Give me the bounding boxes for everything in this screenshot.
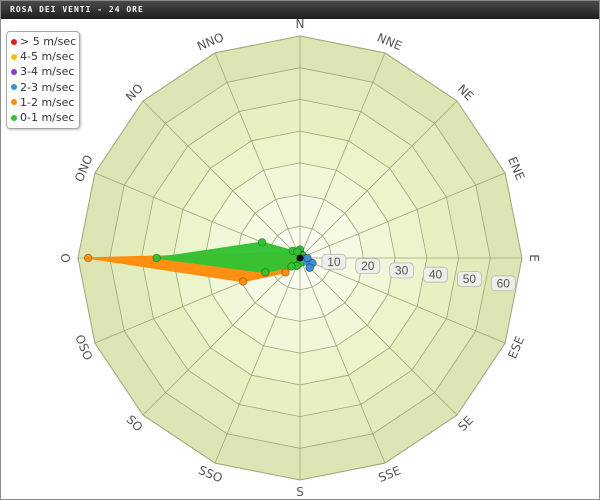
legend-label: > 5 m/sec [20,35,77,48]
wind-rose-chart: 10 20 30 40 50 60 N NNE NE ENE E ESE SE SSE S SSO SO OSO… [59,17,541,499]
series-marker [152,253,161,263]
direction-label: OSO [72,333,95,363]
legend-marker [11,53,17,60]
radial-tick: 40 [423,266,448,283]
direction-label: SSE [376,463,402,485]
radial-tick-label: 40 [429,268,443,282]
radial-tick-label: 30 [395,263,409,277]
legend-marker [11,114,17,121]
series-marker [238,277,248,286]
legend-item[interactable]: 0-1 m/sec [11,110,74,125]
series-marker [281,268,290,277]
legend: > 5 m/sec 4-5 m/sec 3-4 m/sec 2-3 m/sec 1-2 … [6,31,80,129]
legend-item[interactable]: 3-4 m/sec [11,64,74,79]
direction-label: O [59,253,73,262]
series-marker [305,263,314,272]
series-marker [83,253,93,263]
legend-label: 1-2 m/sec [20,95,75,109]
legend-label: 4-5 m/sec [20,50,75,64]
direction-label: SE [455,413,476,434]
series-marker [261,268,270,277]
radial-tick: 30 [389,262,415,279]
legend-marker [11,68,17,75]
series-marker [287,262,296,271]
direction-label: NE [455,82,477,104]
radial-tick: 60 [490,275,516,292]
legend-item[interactable]: 2-3 m/sec [11,80,74,95]
series-marker [293,247,302,256]
legend-marker [11,84,17,91]
radial-tick-label: 60 [497,276,511,290]
legend-item[interactable]: > 5 m/sec [11,34,76,49]
radial-tick: 50 [456,271,482,287]
direction-label: NNO [195,30,226,53]
radial-tick: 10 [321,253,347,270]
radial-tick-label: 20 [361,259,375,273]
legend-marker [11,38,17,45]
legend-label: 3-4 m/sec [20,65,75,79]
direction-label: ESE [505,334,527,360]
center-marker [296,254,304,262]
series-marker [257,238,267,247]
legend-label: 2-3 m/sec [20,80,75,94]
direction-label: SSO [196,463,224,485]
radial-tick-label: 10 [327,255,341,269]
radial-tick-label: 50 [463,272,477,286]
direction-label: S [296,485,304,499]
legend-item[interactable]: 1-2 m/sec [11,95,74,110]
direction-label: ONO [72,153,96,184]
direction-label: N [296,17,305,31]
direction-label: E [527,254,541,262]
direction-label: ENE [505,155,527,183]
legend-label: 0-1 m/sec [20,111,75,124]
legend-item[interactable]: 4-5 m/sec [11,49,74,64]
radial-tick: 20 [355,258,381,275]
direction-label: SO [124,413,146,435]
direction-label: NO [123,81,146,104]
legend-marker [11,99,17,106]
direction-label: NNE [375,30,404,53]
